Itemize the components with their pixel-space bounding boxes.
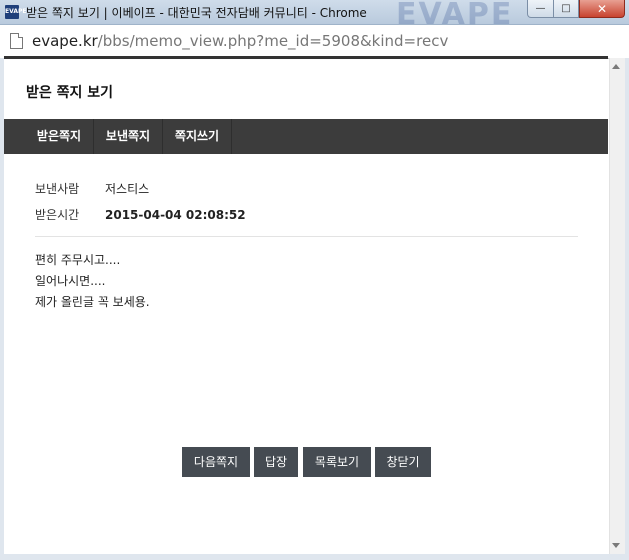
page-top-border <box>4 56 608 59</box>
scroll-down-arrow-icon[interactable] <box>612 543 620 548</box>
tab-sent-memos[interactable]: 보낸쪽지 <box>94 119 163 154</box>
vertical-scrollbar[interactable] <box>609 58 625 554</box>
sender-row: 보낸사람 저스티스 <box>35 180 149 197</box>
minimize-button[interactable]: — <box>527 0 554 18</box>
memo-line: 일어나시면.... <box>35 274 106 288</box>
memo-nav-bar: 받은쪽지 보낸쪽지 쪽지쓰기 <box>4 119 608 154</box>
received-time-row: 받은시간 2015-04-04 02:08:52 <box>35 206 246 223</box>
window-controls: — □ ✕ <box>527 0 625 19</box>
next-memo-button[interactable]: 다음쪽지 <box>182 447 250 477</box>
page-title: 받은 쪽지 보기 <box>26 85 114 101</box>
url-path: /bbs/memo_view.php?me_id=5908&kind=recv <box>97 32 449 50</box>
window-frame-right <box>625 58 629 560</box>
received-time-label: 받은시간 <box>35 208 80 222</box>
scroll-up-arrow-icon[interactable] <box>612 64 620 69</box>
window-frame-bottom <box>0 554 629 560</box>
tab-write-memo[interactable]: 쪽지쓰기 <box>163 119 232 154</box>
url-domain: evape.kr <box>32 32 98 50</box>
memo-line: 제가 올린글 꼭 보세용. <box>35 295 150 309</box>
window-title: 받은 쪽지 보기 | 이베이프 - 대한민국 전자담배 커뮤니티 - Chrom… <box>26 6 367 20</box>
window-titlebar: EVAPE 받은 쪽지 보기 | 이베이프 - 대한민국 전자담배 커뮤니티 -… <box>0 0 629 32</box>
reply-button[interactable]: 답장 <box>254 447 298 477</box>
close-popup-button[interactable]: 창닫기 <box>375 447 431 477</box>
received-time-value: 2015-04-04 02:08:52 <box>105 208 246 222</box>
memo-body: 편히 주무시고.... 일어나시면.... 제가 올린글 꼭 보세용. <box>35 250 150 313</box>
sender-label: 보낸사람 <box>35 182 80 196</box>
list-button[interactable]: 목록보기 <box>303 447 371 477</box>
memo-line: 편히 주무시고.... <box>35 253 121 267</box>
address-bar[interactable]: evape.kr/bbs/memo_view.php?me_id=5908&ki… <box>0 25 629 59</box>
url-text[interactable]: evape.kr/bbs/memo_view.php?me_id=5908&ki… <box>32 32 448 50</box>
page-icon <box>10 33 23 49</box>
site-favicon-icon: EVAPE <box>5 5 26 19</box>
sender-name: 저스티스 <box>105 182 150 196</box>
divider <box>35 236 578 237</box>
maximize-button[interactable]: □ <box>554 0 579 18</box>
tab-received-memos[interactable]: 받은쪽지 <box>25 119 94 154</box>
close-window-button[interactable]: ✕ <box>579 0 625 18</box>
